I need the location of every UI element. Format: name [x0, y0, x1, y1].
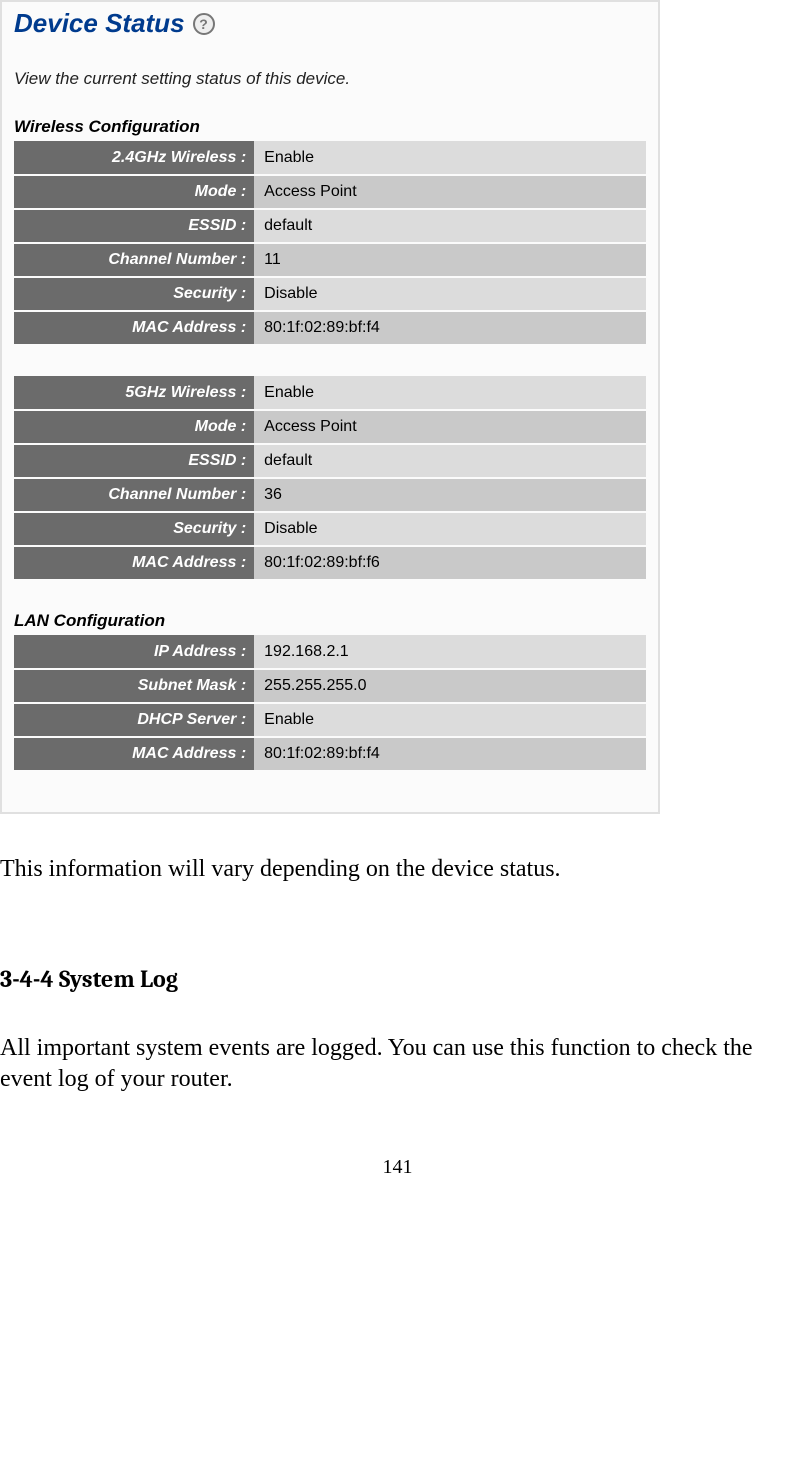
paragraph-note: This information will vary depending on …: [0, 854, 795, 885]
table-row: MAC Address :80:1f:02:89:bf:f6: [14, 546, 646, 580]
table-row: ESSID : default: [14, 209, 646, 243]
row-label: MAC Address :: [14, 311, 254, 345]
row-label: MAC Address :: [14, 737, 254, 771]
title-row: Device Status ?: [14, 2, 646, 49]
row-label: Channel Number :: [14, 243, 254, 277]
table-row: MAC Address :80:1f:02:89:bf:f4: [14, 737, 646, 771]
row-label: DHCP Server :: [14, 703, 254, 737]
row-value: Disable: [254, 277, 646, 311]
row-value: 80:1f:02:89:bf:f6: [254, 546, 646, 580]
row-label: Subnet Mask :: [14, 669, 254, 703]
wireless-5ghz-table: 5GHz Wireless :Enable Mode :Access Point…: [14, 376, 646, 581]
row-value: 80:1f:02:89:bf:f4: [254, 311, 646, 345]
table-row: Security :Disable: [14, 277, 646, 311]
table-row: Mode :Access Point: [14, 410, 646, 444]
page-title: Device Status: [14, 8, 185, 39]
row-label: MAC Address :: [14, 546, 254, 580]
table-row: Channel Number :36: [14, 478, 646, 512]
table-row: MAC Address :80:1f:02:89:bf:f4: [14, 311, 646, 345]
row-value: default: [254, 444, 646, 478]
paragraph-system-log: All important system events are logged. …: [0, 1033, 795, 1095]
table-row: Subnet Mask :255.255.255.0: [14, 669, 646, 703]
row-value: default: [254, 209, 646, 243]
row-value: Enable: [254, 703, 646, 737]
row-label: Security :: [14, 277, 254, 311]
row-value: Access Point: [254, 175, 646, 209]
section-heading-system-log: 3-4-4 System Log: [0, 965, 795, 993]
table-row: Channel Number :11: [14, 243, 646, 277]
table-row: ESSID : default: [14, 444, 646, 478]
device-status-screenshot: Device Status ? View the current setting…: [0, 0, 660, 814]
row-value: 255.255.255.0: [254, 669, 646, 703]
wireless-config-heading: Wireless Configuration: [14, 117, 646, 137]
page-number: 141: [0, 1156, 795, 1179]
table-row: 2.4GHz Wireless : Enable: [14, 141, 646, 175]
lan-table: IP Address :192.168.2.1 Subnet Mask :255…: [14, 635, 646, 772]
row-label: Security :: [14, 512, 254, 546]
lan-config-heading: LAN Configuration: [14, 611, 646, 631]
wireless-24ghz-table: 2.4GHz Wireless : Enable Mode :Access Po…: [14, 141, 646, 346]
table-row: IP Address :192.168.2.1: [14, 635, 646, 669]
row-label: IP Address :: [14, 635, 254, 669]
row-label: 5GHz Wireless :: [14, 376, 254, 410]
row-label: 2.4GHz Wireless :: [14, 141, 254, 175]
row-label: Mode :: [14, 175, 254, 209]
table-row: DHCP Server : Enable: [14, 703, 646, 737]
row-value: 36: [254, 478, 646, 512]
row-label: Mode :: [14, 410, 254, 444]
row-value: Enable: [254, 141, 646, 175]
help-icon[interactable]: ?: [193, 13, 215, 35]
table-row: 5GHz Wireless :Enable: [14, 376, 646, 410]
row-label: ESSID :: [14, 444, 254, 478]
table-row: Security :Disable: [14, 512, 646, 546]
row-label: ESSID :: [14, 209, 254, 243]
row-value: Enable: [254, 376, 646, 410]
row-value: 11: [254, 243, 646, 277]
table-row: Mode :Access Point: [14, 175, 646, 209]
row-value: 192.168.2.1: [254, 635, 646, 669]
page-subtitle: View the current setting status of this …: [14, 69, 646, 89]
row-value: 80:1f:02:89:bf:f4: [254, 737, 646, 771]
row-value: Access Point: [254, 410, 646, 444]
row-value: Disable: [254, 512, 646, 546]
row-label: Channel Number :: [14, 478, 254, 512]
